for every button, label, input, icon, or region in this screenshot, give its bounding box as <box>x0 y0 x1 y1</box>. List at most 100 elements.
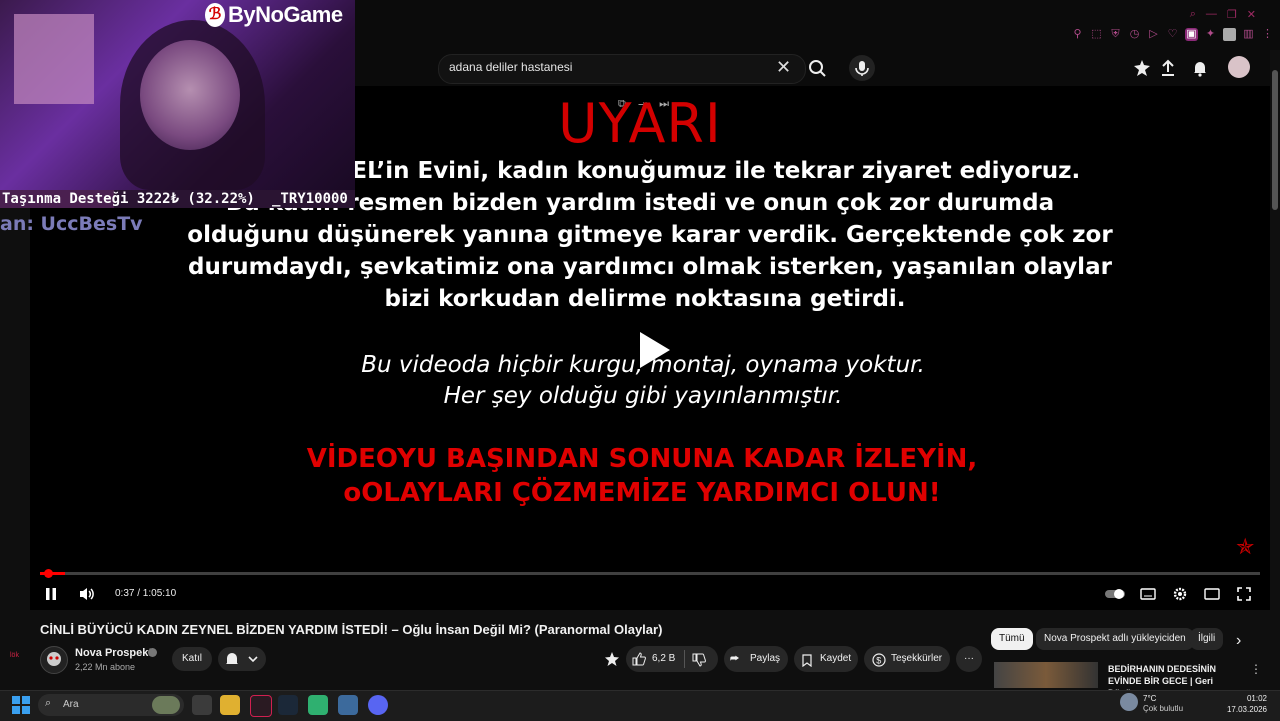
video-title: CİNLİ BÜYÜCÜ KADIN ZEYNEL BİZDEN YARDIM … <box>40 622 663 637</box>
video-red-line: VİDEOYU BAŞINDAN SONUNA KADAR İZLEYİN, <box>306 444 978 474</box>
bookmark-icon <box>802 652 812 668</box>
microphone-icon <box>855 61 869 76</box>
save-label: Kaydet <box>820 653 852 664</box>
taskbar-clock[interactable]: 01:02 <box>1229 694 1267 703</box>
theater-mode-icon[interactable] <box>1204 586 1220 602</box>
create-icon[interactable] <box>1132 58 1152 78</box>
dislike-icon[interactable] <box>692 652 706 667</box>
video-time: 0:37 / 1:05:10 <box>115 588 177 599</box>
settings-gear-icon[interactable] <box>1172 586 1188 602</box>
discord-icon[interactable] <box>368 695 388 715</box>
side-label: lök <box>10 652 19 659</box>
app-green-icon[interactable] <box>308 695 328 715</box>
sidebar-icon[interactable]: ▥ <box>1242 28 1255 41</box>
share-button[interactable]: ⮫ Paylaş <box>724 646 788 672</box>
search-icon <box>809 60 826 77</box>
chip-uploader[interactable]: Nova Prospekt adlı yükleyiciden <box>1036 628 1194 650</box>
window-controls: ⌕ — ❐ ✕ <box>1190 8 1256 21</box>
donation-label: Taşınma Desteği 3222₺ (32.22%) <box>2 191 255 207</box>
bell-icon <box>226 653 258 664</box>
video-red-line: oOLAYLARI ÇÖZMEMİZE YARDIMCI OLUN! <box>343 478 941 508</box>
scrollbar-thumb[interactable] <box>1272 70 1278 210</box>
avatar[interactable] <box>1228 56 1250 78</box>
taskbar-search-label: Ara <box>63 699 79 710</box>
video-text-line: durumdaydı, şevkatimiz ona yardımcı olma… <box>188 254 1112 280</box>
notifications-bell-icon[interactable] <box>1190 58 1210 78</box>
search-icon[interactable]: ⌕ <box>1190 8 1196 21</box>
thanks-label: Teşekkürler <box>891 653 943 664</box>
thanks-button[interactable]: $ Teşekkürler <box>864 646 950 672</box>
extension-icon[interactable]: ▣ <box>1185 28 1198 41</box>
like-divider <box>684 650 685 668</box>
history-icon[interactable]: ◷ <box>1128 28 1141 41</box>
donation-target: _TRY10000 <box>272 191 348 207</box>
svg-text:$: $ <box>876 656 881 666</box>
webcam-face <box>140 40 240 150</box>
file-explorer-icon[interactable] <box>220 695 240 715</box>
like-icon[interactable] <box>632 651 646 666</box>
super-thanks-icon: $ <box>872 652 886 667</box>
search-button[interactable] <box>805 54 829 82</box>
menu-icon[interactable]: ⋮ <box>1261 28 1274 41</box>
streamer-name: an: UccBesTv <box>0 213 143 235</box>
send-icon[interactable]: ▷ <box>1147 28 1160 41</box>
heart-icon[interactable]: ♡ <box>1166 28 1179 41</box>
recommended-menu-icon[interactable]: ⋮ <box>1250 662 1262 676</box>
task-view-icon[interactable] <box>192 695 212 715</box>
search-highlight-icon <box>152 696 180 714</box>
chevron-right-icon[interactable]: › <box>1236 632 1241 650</box>
minimize-button[interactable]: — <box>1206 8 1217 21</box>
recommended-title-line: BEDİRHANIN DEDESİNİN <box>1108 664 1217 674</box>
autoplay-toggle[interactable] <box>1104 586 1126 602</box>
chip-all[interactable]: Tümü <box>991 628 1033 650</box>
bynogame-logo-text: ByNoGame <box>228 2 343 27</box>
volume-icon[interactable] <box>78 586 94 602</box>
save-button[interactable]: Kaydet <box>794 646 858 672</box>
pentagram-icon: ✯ <box>1236 534 1255 559</box>
taskbar-date[interactable]: 17.03.2026 <box>1220 705 1267 714</box>
windows-start-icon[interactable] <box>12 696 30 714</box>
voice-search-button[interactable] <box>849 55 875 81</box>
subscribe-bell-button[interactable] <box>218 647 266 671</box>
maximize-button[interactable]: ❐ <box>1227 8 1237 21</box>
weather-description: Çok bulutlu <box>1143 704 1184 713</box>
share-label: Paylaş <box>750 653 781 664</box>
more-actions-button[interactable]: ··· <box>956 646 982 672</box>
recommended-thumbnail[interactable] <box>994 662 1098 688</box>
opera-gx-icon[interactable] <box>250 695 272 717</box>
close-button[interactable]: ✕ <box>1247 8 1256 21</box>
extension-bar: ⚲ ⬚ ⛨ ◷ ▷ ♡ ▣ ✦ ▥ ⋮ <box>1071 28 1274 41</box>
clear-search-icon[interactable]: ✕ <box>776 57 791 78</box>
search-icon: ⌕ <box>45 697 52 709</box>
progress-scrubber[interactable] <box>44 569 53 578</box>
weather-temperature: 7°C <box>1143 694 1157 703</box>
pin-icon[interactable]: ⚲ <box>1071 28 1084 41</box>
video-italic-line: Her şey olduğu gibi yayınlanmıştır. <box>443 383 843 409</box>
channel-name[interactable]: Nova Prospekt <box>75 647 152 659</box>
weather-cloud-icon[interactable] <box>1120 693 1138 711</box>
upload-icon[interactable] <box>1158 58 1178 78</box>
join-button[interactable]: Katıl <box>172 647 212 671</box>
like-dislike-group: 6,2 B <box>626 646 718 672</box>
video-text-line: bizi korkudan delirme noktasına getirdi. <box>384 286 906 312</box>
steam-icon[interactable] <box>278 695 298 715</box>
profile-icon[interactable] <box>1223 28 1236 41</box>
verified-icon <box>148 648 157 657</box>
fullscreen-icon[interactable] <box>1236 586 1252 602</box>
bynogame-logo: ℬ ByNoGame <box>205 2 343 28</box>
shield-icon[interactable]: ⛨ <box>1109 28 1122 41</box>
play-icon[interactable] <box>634 330 674 370</box>
app-blue-icon[interactable] <box>338 695 358 715</box>
subtitles-icon[interactable] <box>1140 586 1156 602</box>
screenshot-icon[interactable]: ⬚ <box>1090 28 1103 41</box>
search-query[interactable]: adana deliler hastanesi <box>449 60 572 74</box>
puzzle-icon[interactable]: ✦ <box>1204 28 1217 41</box>
video-text-line: olduğunu düşünerek yanına gitmeye karar … <box>187 222 1113 248</box>
progress-bar[interactable] <box>40 572 1260 575</box>
create-clip-icon[interactable] <box>604 651 620 667</box>
bynogame-logo-icon: ℬ <box>205 3 225 27</box>
chip-related[interactable]: İlgili <box>1190 628 1224 650</box>
pause-button[interactable] <box>43 586 59 602</box>
channel-avatar[interactable] <box>40 646 68 674</box>
like-count[interactable]: 6,2 B <box>652 646 675 672</box>
